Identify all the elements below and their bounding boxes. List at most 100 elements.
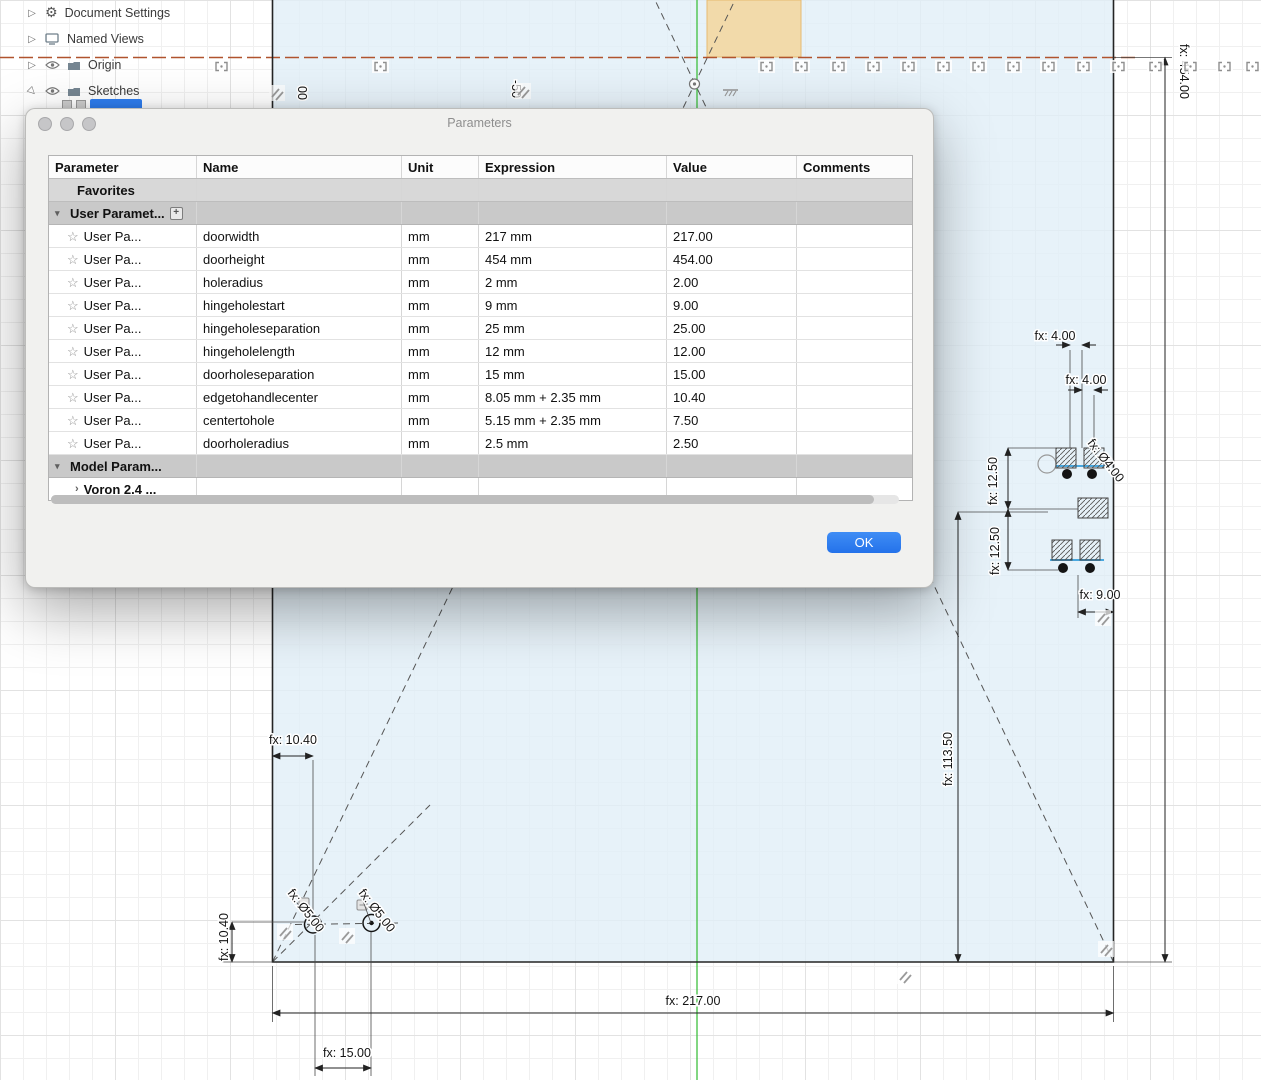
name-cell[interactable]: hingeholeseparation [197, 317, 402, 339]
favorite-star-icon[interactable]: ☆ [67, 341, 79, 362]
tree-item-document-settings[interactable]: ▷ ⚙ Document Settings [26, 0, 170, 26]
eye-icon[interactable] [45, 86, 60, 96]
constraint-icon[interactable] [829, 59, 848, 74]
parameter-row[interactable]: ☆ User Pa... doorheight mm 454 mm 454.00 [49, 248, 912, 271]
parallel-constraint-icon[interactable] [1094, 609, 1112, 627]
close-button[interactable] [38, 117, 52, 131]
comments-cell[interactable] [797, 294, 912, 316]
constraint-icon[interactable] [757, 59, 776, 74]
expression-cell[interactable]: 25 mm [479, 317, 667, 339]
tree-item-sketches[interactable]: ▷ Sketches [24, 78, 170, 104]
expression-cell[interactable]: 2 mm [479, 271, 667, 293]
chevron-down-icon[interactable]: ▾ [55, 456, 65, 477]
constraint-icon[interactable] [1109, 59, 1128, 74]
comments-cell[interactable] [797, 363, 912, 385]
favorite-star-icon[interactable]: ☆ [67, 364, 79, 385]
expression-cell[interactable]: 2.5 mm [479, 432, 667, 454]
favorite-star-icon[interactable]: ☆ [67, 410, 79, 431]
comments-cell[interactable] [797, 340, 912, 362]
name-cell[interactable]: centertohole [197, 409, 402, 431]
model-parameters-group-row[interactable]: ▾ Model Param... [49, 455, 912, 478]
name-cell[interactable]: doorwidth [197, 225, 402, 247]
dim-edge-to-handle[interactable]: fx: 10.40 [268, 732, 319, 749]
constraint-icon[interactable] [1074, 59, 1093, 74]
constraint-icon[interactable] [934, 59, 953, 74]
parameter-row[interactable]: ☆ User Pa... hingeholestart mm 9 mm 9.00 [49, 294, 912, 317]
parameter-row[interactable]: ☆ User Pa... doorholeradius mm 2.5 mm 2.5… [49, 432, 912, 455]
ok-button[interactable]: OK [827, 532, 901, 553]
parallel-constraint-icon[interactable] [338, 927, 356, 945]
comments-cell[interactable] [797, 248, 912, 270]
name-cell[interactable]: holeradius [197, 271, 402, 293]
constraint-icon[interactable] [899, 59, 918, 74]
constraint-icon[interactable] [371, 59, 390, 74]
comments-cell[interactable] [797, 317, 912, 339]
horizontal-scrollbar[interactable] [51, 495, 899, 504]
minimize-button[interactable] [60, 117, 74, 131]
dim-edge-to-handle-vertical[interactable]: fx: 10.40 [216, 912, 233, 963]
constraint-icon[interactable] [1215, 59, 1234, 74]
scrollbar-thumb[interactable] [51, 495, 874, 504]
name-cell[interactable]: hingeholelength [197, 340, 402, 362]
expression-cell[interactable]: 217 mm [479, 225, 667, 247]
origin-point[interactable] [688, 78, 701, 90]
comments-cell[interactable] [797, 432, 912, 454]
constraint-icon[interactable] [1181, 59, 1200, 74]
favorite-star-icon[interactable]: ☆ [67, 387, 79, 408]
name-cell[interactable]: doorholeradius [197, 432, 402, 454]
add-user-parameter-button[interactable]: + [169, 206, 183, 220]
dialog-titlebar[interactable]: Parameters [26, 109, 933, 137]
comments-cell[interactable] [797, 271, 912, 293]
favorite-star-icon[interactable]: ☆ [67, 272, 79, 293]
chevron-down-icon[interactable]: ▾ [55, 203, 65, 224]
dim-hole-separation[interactable]: fx: 15.00 [322, 1045, 373, 1062]
tree-item-named-views[interactable]: ▷ Named Views [26, 26, 170, 52]
dim-partial-a[interactable]: 00 [294, 85, 311, 102]
constraint-icon[interactable] [1146, 59, 1165, 74]
constraint-icon[interactable] [1004, 59, 1023, 74]
comments-cell[interactable] [797, 409, 912, 431]
dim-handle-height[interactable]: fx: 113.50 [940, 730, 957, 787]
dim-hinge-separation-b[interactable]: fx: 12.50 [987, 526, 1004, 577]
name-cell[interactable]: edgetohandlecenter [197, 386, 402, 408]
constraint-icon[interactable] [969, 59, 988, 74]
disclosure-triangle-icon[interactable]: ▷ [24, 83, 40, 99]
constraint-icon[interactable] [212, 59, 231, 74]
comments-cell[interactable] [797, 225, 912, 247]
constraint-icon[interactable] [864, 59, 883, 74]
disclosure-triangle-icon[interactable]: ▷ [26, 60, 38, 71]
favorite-star-icon[interactable]: ☆ [67, 318, 79, 339]
dim-hinge-separation-a[interactable]: fx: 12.50 [985, 456, 1002, 507]
parallel-constraint-icon[interactable] [268, 84, 286, 102]
parameter-row[interactable]: ☆ User Pa... hingeholeseparation mm 25 mm… [49, 317, 912, 340]
expression-cell[interactable]: 454 mm [479, 248, 667, 270]
zoom-button[interactable] [82, 117, 96, 131]
dim-door-width[interactable]: fx: 217.00 [664, 993, 722, 1010]
constraint-icon[interactable] [792, 59, 811, 74]
disclosure-triangle-icon[interactable]: ▷ [26, 8, 38, 19]
expression-cell[interactable]: 12 mm [479, 340, 667, 362]
expression-cell[interactable]: 5.15 mm + 2.35 mm [479, 409, 667, 431]
favorite-star-icon[interactable]: ☆ [67, 295, 79, 316]
disclosure-triangle-icon[interactable]: ▷ [26, 34, 38, 45]
dim-hinge-gap-b[interactable]: fx: 4.00 [1064, 372, 1108, 389]
expression-cell[interactable]: 9 mm [479, 294, 667, 316]
expression-cell[interactable]: 8.05 mm + 2.35 mm [479, 386, 667, 408]
tree-item-origin[interactable]: ▷ Origin [26, 52, 170, 78]
parameter-row[interactable]: ☆ User Pa... edgetohandlecenter mm 8.05 m… [49, 386, 912, 409]
parallel-constraint-icon[interactable] [1097, 940, 1115, 958]
parallel-constraint-icon[interactable] [896, 967, 914, 985]
favorites-group-row[interactable]: Favorites [49, 179, 912, 202]
dim-hinge-gap-a[interactable]: fx: 4.00 [1033, 328, 1077, 345]
eye-icon[interactable] [45, 60, 60, 70]
name-cell[interactable]: hingeholestart [197, 294, 402, 316]
parameter-row[interactable]: ☆ User Pa... doorwidth mm 217 mm 217.00 [49, 225, 912, 248]
name-cell[interactable]: doorholeseparation [197, 363, 402, 385]
favorite-star-icon[interactable]: ☆ [67, 226, 79, 247]
expression-cell[interactable]: 15 mm [479, 363, 667, 385]
parallel-constraint-icon[interactable] [514, 82, 532, 100]
parameter-row[interactable]: ☆ User Pa... hingeholelength mm 12 mm 12.… [49, 340, 912, 363]
parameter-row[interactable]: ☆ User Pa... doorholeseparation mm 15 mm … [49, 363, 912, 386]
name-cell[interactable]: doorheight [197, 248, 402, 270]
favorite-star-icon[interactable]: ☆ [67, 433, 79, 454]
